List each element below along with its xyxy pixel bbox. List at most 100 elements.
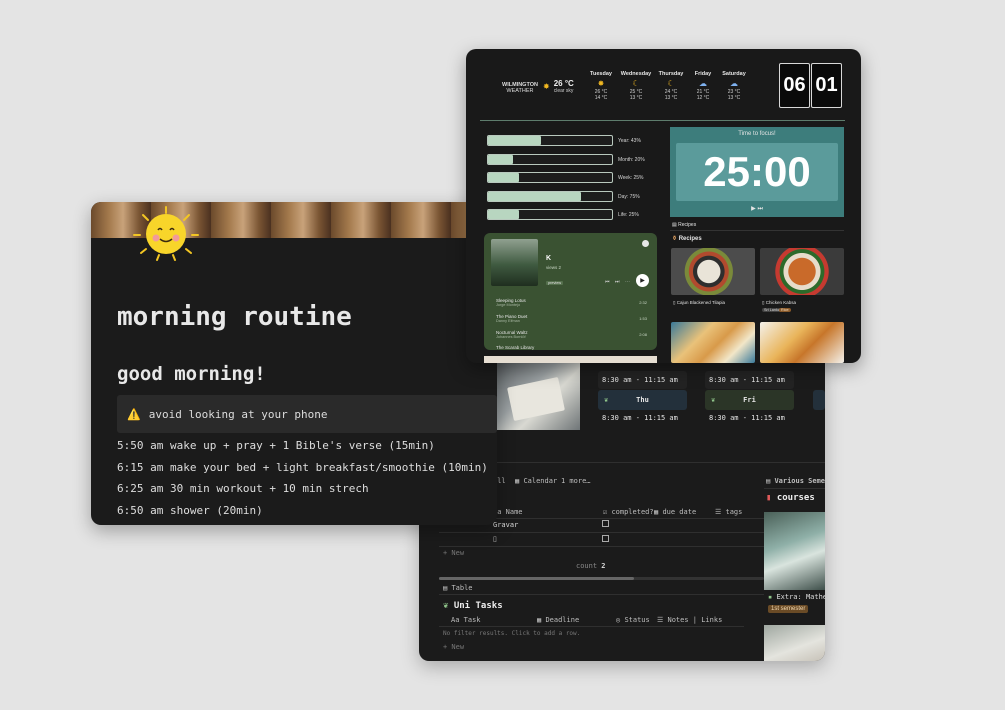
courses-title: ▮ courses — [766, 493, 815, 503]
completed-checkbox[interactable] — [602, 520, 609, 527]
next-icon[interactable]: ⏭ — [615, 279, 620, 285]
empty-state[interactable]: No filter results. Click to add a row. — [443, 630, 580, 637]
course-name[interactable]: ▪ Extra: Mathem — [768, 593, 825, 601]
course-cover-image[interactable] — [764, 625, 825, 661]
artist-name[interactable]: views 2 — [546, 265, 561, 270]
progress-fill — [488, 173, 519, 182]
progress-fill — [488, 154, 513, 164]
new-row-button[interactable]: + New — [443, 549, 464, 557]
next-block-edge — [484, 356, 657, 363]
page-icon: ▯ — [493, 536, 497, 543]
timer-controls[interactable]: ▶ ⏭ — [670, 205, 844, 213]
courses-view-tab[interactable]: ▤ Various Semest — [766, 477, 825, 485]
col-tags[interactable]: ☰ tags — [715, 508, 742, 516]
sun-icon — [133, 206, 199, 261]
schedule-time: 8:30 am - 11:15 am — [709, 414, 785, 422]
view-tab-more[interactable]: 1 more… — [561, 477, 591, 485]
row-divider — [439, 532, 764, 533]
cloud-icon: ☁ — [699, 79, 707, 88]
track-title[interactable]: K — [546, 255, 551, 262]
schedule-time: 8:30 am - 11:15 am — [602, 414, 678, 422]
leaf-icon: ❦ — [711, 396, 716, 404]
recipe-image[interactable] — [760, 322, 844, 363]
schedule-day-partial — [813, 390, 825, 410]
leaf-icon: ❦ — [443, 601, 449, 611]
recipe-name[interactable]: ▯ Chicken Kabsa — [762, 300, 796, 306]
col-task[interactable]: Aa Task — [451, 616, 481, 624]
moon-icon: ☾ — [632, 79, 640, 88]
leaf-icon: ❦ — [604, 396, 609, 404]
col-completed[interactable]: ☑ completed? — [603, 508, 654, 516]
day-label: Thu — [636, 396, 649, 404]
warning-callout[interactable]: ⚠️ avoid looking at your phone — [117, 395, 497, 433]
semester-badge: 1st semester — [768, 605, 809, 613]
task-row-name[interactable]: Gravar — [493, 521, 518, 529]
sun-icon: ✸ — [597, 79, 605, 88]
progress-bar — [487, 172, 613, 183]
completed-checkbox[interactable] — [602, 535, 609, 542]
forecast-day: Wednesday ☾ 25 °C 13 °C — [620, 71, 652, 101]
schedule-day-thu[interactable]: ❦ Thu — [598, 390, 687, 410]
tracklist-item[interactable]: Nocturnal Waltz Johannes Bornlöf — [496, 330, 528, 339]
track-duration: 1:53 — [639, 316, 647, 321]
prev-icon[interactable]: ⏮ — [605, 279, 610, 285]
col-notes-links[interactable]: ☰ Notes | Links — [657, 616, 722, 624]
routine-item: 6:25 am 30 min workout + 10 min strech — [117, 482, 369, 495]
progress-label: Day: 75% — [618, 193, 640, 200]
morning-routine-window: morning routine good morning! ⚠️ avoid l… — [91, 202, 497, 525]
routine-item: 5:50 am wake up + pray + 1 Bible's verse… — [117, 439, 435, 452]
progress-bar — [487, 209, 613, 220]
schedule-cell[interactable]: 8:30 am - 11:15 am — [705, 409, 794, 427]
callout-text: avoid looking at your phone — [148, 407, 328, 421]
tracklist-item[interactable]: Sleeping Lotus Jorge Montejo — [496, 298, 526, 307]
view-tab-calendar[interactable]: ▦ Calendar — [515, 477, 557, 485]
tracklist-item[interactable]: The Scarab Library — [496, 345, 534, 350]
preview-tag: preview — [546, 281, 564, 285]
schedule-time: 8:30 am - 11:15 am — [709, 376, 785, 384]
tracklist-item[interactable]: The Piano Duet Danny Elfman — [496, 314, 527, 323]
course-cover-image[interactable] — [764, 512, 825, 590]
schedule-cell[interactable]: 8:30 am - 11:15 am — [598, 409, 687, 427]
recipe-image[interactable] — [671, 322, 755, 363]
progress-bar — [487, 135, 613, 146]
view-tab-table[interactable]: ▤ Table — [443, 584, 473, 592]
uni-tasks-title: ❦ Uni Tasks — [443, 601, 503, 611]
recipes-view-tab[interactable]: ▤ Recipes — [672, 222, 696, 228]
recipe-image[interactable] — [671, 248, 755, 295]
clock-minutes: 01 — [811, 63, 842, 108]
spotify-icon[interactable] — [642, 240, 649, 247]
col-deadline[interactable]: ▦ Deadline — [537, 616, 579, 624]
play-icon[interactable]: ▶ — [636, 274, 649, 287]
schedule-cell[interactable]: 8:30 am - 11:15 am — [705, 371, 794, 389]
track-duration: 2:08 — [639, 332, 647, 337]
forecast-day: Friday ☁ 21 °C 12 °C — [686, 71, 720, 101]
forecast-day: Thursday ☾ 24 °C 13 °C — [654, 71, 688, 101]
new-row-button[interactable]: + New — [443, 643, 464, 651]
progress-label: Year: 43% — [618, 138, 641, 144]
recipe-name[interactable]: ▯ Cajun Blackened Tilapia — [673, 300, 725, 306]
timer-title: Time to focus! — [738, 131, 776, 137]
col-due-date[interactable]: ▦ due date — [654, 508, 696, 516]
music-player: K views 2 preview ⏮ ⏭ ⋯ ▶ Sleeping Lotus… — [484, 233, 657, 350]
progress-label: Month: 20% — [618, 156, 645, 163]
clock-hours: 06 — [779, 63, 810, 108]
col-status[interactable]: ◎ Status — [616, 616, 650, 624]
schedule-day-fri[interactable]: ❦ Fri — [705, 390, 794, 410]
progress-bar — [487, 153, 613, 165]
forecast-day: Tuesday ✸ 26 °C 14 °C — [584, 71, 618, 101]
schedule-cell[interactable]: 8:30 am - 11:15 am — [598, 371, 687, 389]
forecast-day: Saturday ☁ 23 °C 13 °C — [717, 71, 751, 101]
warning-icon: ⚠️ — [127, 407, 141, 421]
weather-location: WILMINGTON WEATHER — [502, 82, 538, 94]
divider — [480, 120, 845, 121]
progress-fill — [488, 136, 542, 145]
col-name[interactable]: Aa Name — [493, 508, 523, 516]
progress-label: Life: 25% — [618, 212, 639, 218]
horizontal-scrollbar[interactable] — [439, 577, 764, 580]
more-icon[interactable]: ⋯ — [625, 279, 630, 285]
recipe-tag: Rice — [779, 308, 791, 312]
divider — [670, 230, 844, 231]
page-title: morning routine — [117, 302, 352, 332]
recipe-image[interactable] — [760, 248, 844, 295]
album-art[interactable] — [491, 239, 538, 286]
